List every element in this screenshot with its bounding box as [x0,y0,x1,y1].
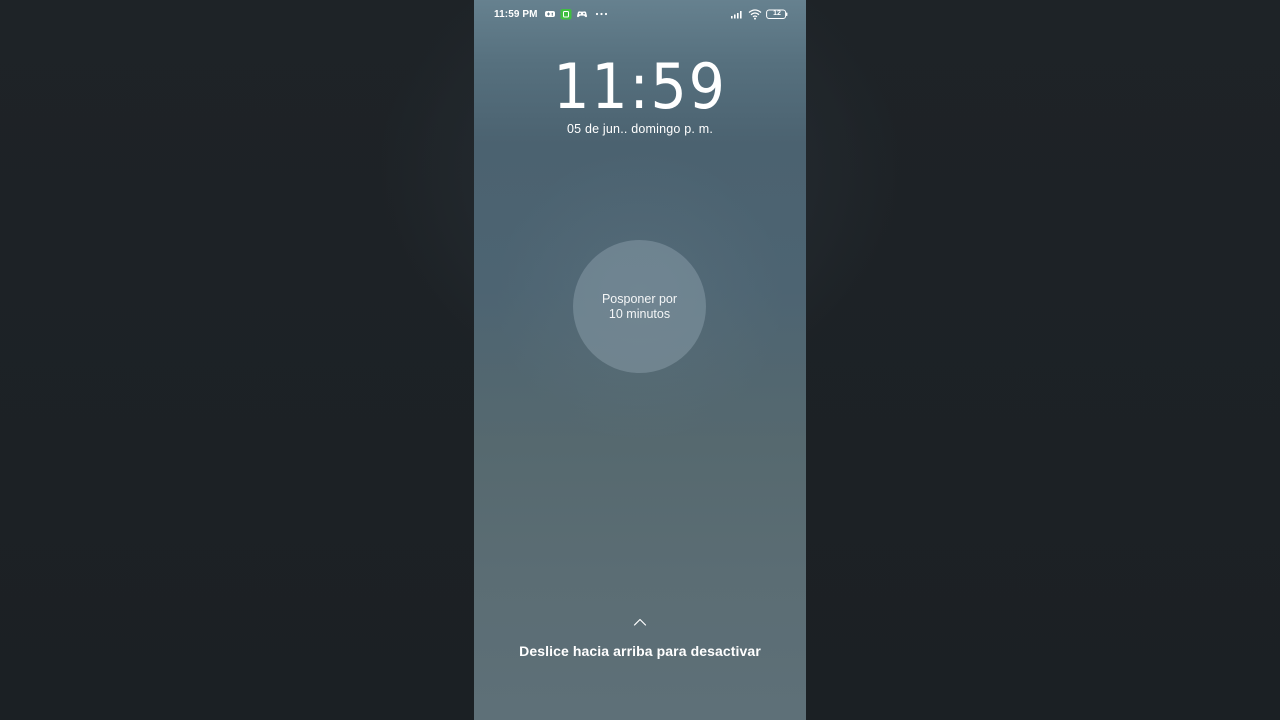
clock-time: 11:59 [553,50,727,123]
game-controller-icon [576,8,588,20]
wifi-icon [748,8,762,20]
gamepad-icon [544,8,556,20]
battery-level-text: 12 [773,10,781,17]
alarm-screen: 11:59 PM 12 11:59 05 de jun.. domingo p.… [474,0,806,720]
snooze-label-line2: 10 minutos [608,306,671,321]
swipe-to-dismiss-hint[interactable]: Deslice hacia arriba para desactivar [474,643,806,659]
green-app-icon [560,8,572,20]
snooze-button[interactable]: Posponer por 10 minutos [573,240,706,373]
snooze-label-line1: Posponer por [601,291,678,306]
status-bar: 11:59 PM 12 [474,0,806,30]
more-dots-icon [595,8,608,20]
signal-icon [730,8,742,20]
clock-date: 05 de jun.. domingo p. m. [566,122,714,136]
status-time: 11:59 PM [494,9,538,20]
chevron-up-icon[interactable] [633,614,647,626]
